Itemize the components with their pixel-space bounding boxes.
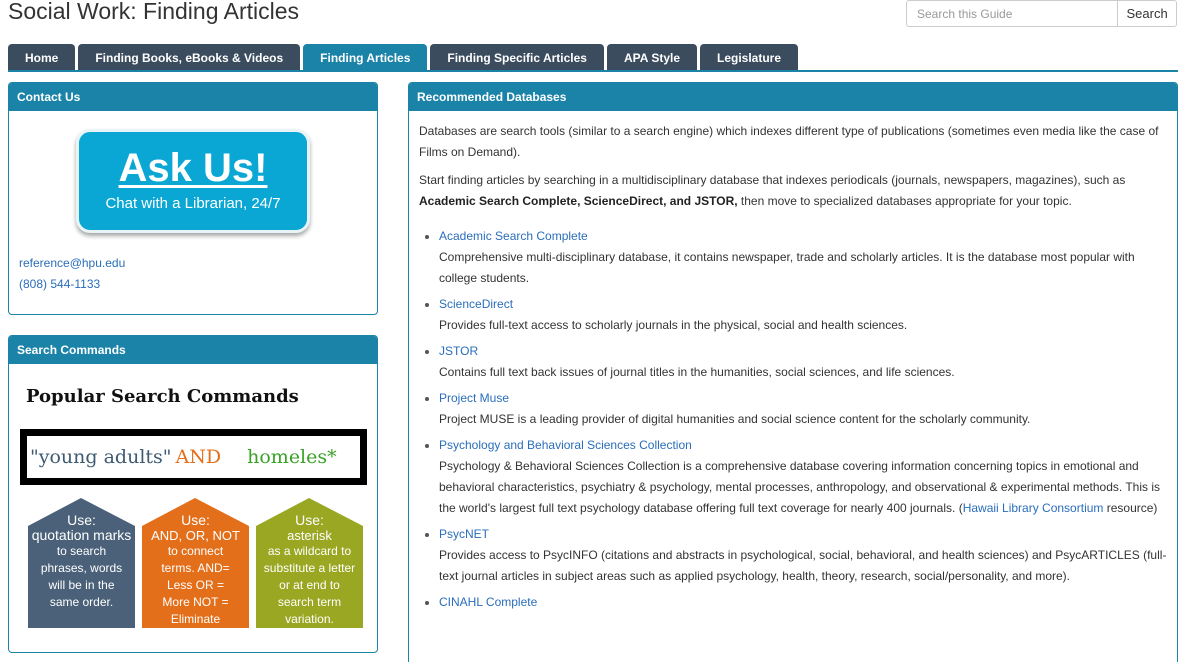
database-list: Academic Search Complete Comprehensive m…: [439, 226, 1167, 613]
list-item: JSTOR Contains full text back issues of …: [439, 341, 1167, 383]
recommended-databases-heading: Recommended Databases: [409, 83, 1177, 111]
example-wildcard: homeles*: [247, 446, 337, 468]
list-item: Project Muse Project MUSE is a leading p…: [439, 388, 1167, 430]
example-quoted-phrase: "young adults": [30, 446, 172, 468]
phone-link[interactable]: (808) 544-1133: [19, 277, 100, 291]
tip-body: to search phrases, words will be in the …: [40, 544, 123, 609]
database-description: Comprehensive multi-disciplinary databas…: [439, 250, 1135, 285]
database-description: Contains full text back issues of journa…: [439, 365, 955, 379]
commands-image-title: Popular Search Commands: [26, 386, 299, 407]
database-description: Provides full-text access to scholarly j…: [439, 318, 908, 332]
tab-home[interactable]: Home: [8, 44, 76, 71]
database-description: Provides access to PsycINFO (citations a…: [439, 548, 1167, 583]
ask-us-title: Ask Us!: [118, 146, 268, 190]
tip-use-label: Use:: [295, 512, 324, 528]
guidance-text-end: then move to specialized databases appro…: [737, 194, 1072, 208]
tab-finding-books[interactable]: Finding Books, eBooks & Videos: [78, 44, 301, 71]
search-button[interactable]: Search: [1117, 0, 1177, 27]
tip-body: to connect terms. AND= Less OR = More NO…: [161, 544, 230, 626]
contact-us-box: Contact Us Ask Us! Chat with a Librarian…: [8, 82, 378, 315]
search-input[interactable]: [906, 0, 1118, 27]
asterisk-tip: Use: asterisk as a wildcard to substitut…: [256, 498, 363, 628]
example-and-operator: AND: [175, 446, 222, 468]
database-link-cinahl-complete[interactable]: CINAHL Complete: [439, 595, 537, 609]
database-link-sciencedirect[interactable]: ScienceDirect: [439, 297, 513, 311]
database-link-jstor[interactable]: JSTOR: [439, 344, 478, 358]
guide-search: Search: [906, 0, 1177, 27]
database-link-project-muse[interactable]: Project Muse: [439, 391, 509, 405]
tab-apa-style[interactable]: APA Style: [606, 44, 697, 71]
tip-use-label: Use:: [67, 512, 96, 528]
search-commands-box: Search Commands Popular Search Commands …: [8, 335, 378, 653]
list-item: CINAHL Complete: [439, 592, 1167, 613]
search-commands-heading: Search Commands: [9, 336, 377, 364]
database-link-psychology-behavioral-sciences[interactable]: Psychology and Behavioral Sciences Colle…: [439, 438, 692, 452]
tip-heading: AND, OR, NOT: [151, 528, 240, 543]
guide-tabs: Home Finding Books, eBooks & Videos Find…: [8, 44, 801, 71]
ask-us-subtitle: Chat with a Librarian, 24/7: [105, 195, 281, 212]
database-link-academic-search-complete[interactable]: Academic Search Complete: [439, 229, 588, 243]
list-item: Academic Search Complete Comprehensive m…: [439, 226, 1167, 289]
ask-us-chat-button[interactable]: Ask Us! Chat with a Librarian, 24/7: [76, 129, 310, 233]
databases-guidance: Start finding articles by searching in a…: [419, 170, 1167, 212]
page-title: Social Work: Finding Articles: [8, 0, 300, 24]
tab-finding-specific-articles[interactable]: Finding Specific Articles: [430, 44, 604, 71]
commands-example-bar: "young adults" AND homeles*: [20, 429, 367, 485]
list-item: Psychology and Behavioral Sciences Colle…: [439, 435, 1167, 519]
databases-intro: Databases are search tools (similar to a…: [419, 124, 1159, 159]
contact-us-heading: Contact Us: [9, 83, 377, 111]
tab-finding-articles[interactable]: Finding Articles: [303, 44, 428, 71]
hawaii-library-consortium-link[interactable]: Hawaii Library Consortium: [963, 501, 1104, 515]
boolean-operators-tip: Use: AND, OR, NOT to connect terms. AND=…: [142, 498, 249, 628]
list-item: PsycNET Provides access to PsycINFO (cit…: [439, 524, 1167, 587]
tab-divider: [8, 70, 1178, 72]
database-description: Psychology & Behavioral Sciences Collect…: [439, 459, 1160, 515]
email-link[interactable]: reference@hpu.edu: [19, 256, 125, 270]
tip-heading: quotation marks: [31, 527, 132, 543]
tip-use-label: Use:: [181, 512, 210, 528]
recommended-databases-box: Recommended Databases Databases are sear…: [408, 82, 1178, 662]
database-link-psycnet[interactable]: PsycNET: [439, 527, 489, 541]
database-description: Project MUSE is a leading provider of di…: [439, 412, 1031, 426]
tip-heading: asterisk: [287, 528, 332, 543]
quotation-marks-tip: Use: quotation marks to search phrases, …: [28, 498, 135, 628]
description-tail: resource): [1103, 501, 1158, 515]
guidance-text: Start finding articles by searching in a…: [419, 173, 1126, 187]
tab-legislature[interactable]: Legislature: [700, 44, 799, 71]
tip-body: as a wildcard to substitute a letter or …: [263, 544, 356, 626]
guidance-bold-text: Academic Search Complete, ScienceDirect,…: [419, 194, 738, 208]
list-item: ScienceDirect Provides full-text access …: [439, 294, 1167, 336]
